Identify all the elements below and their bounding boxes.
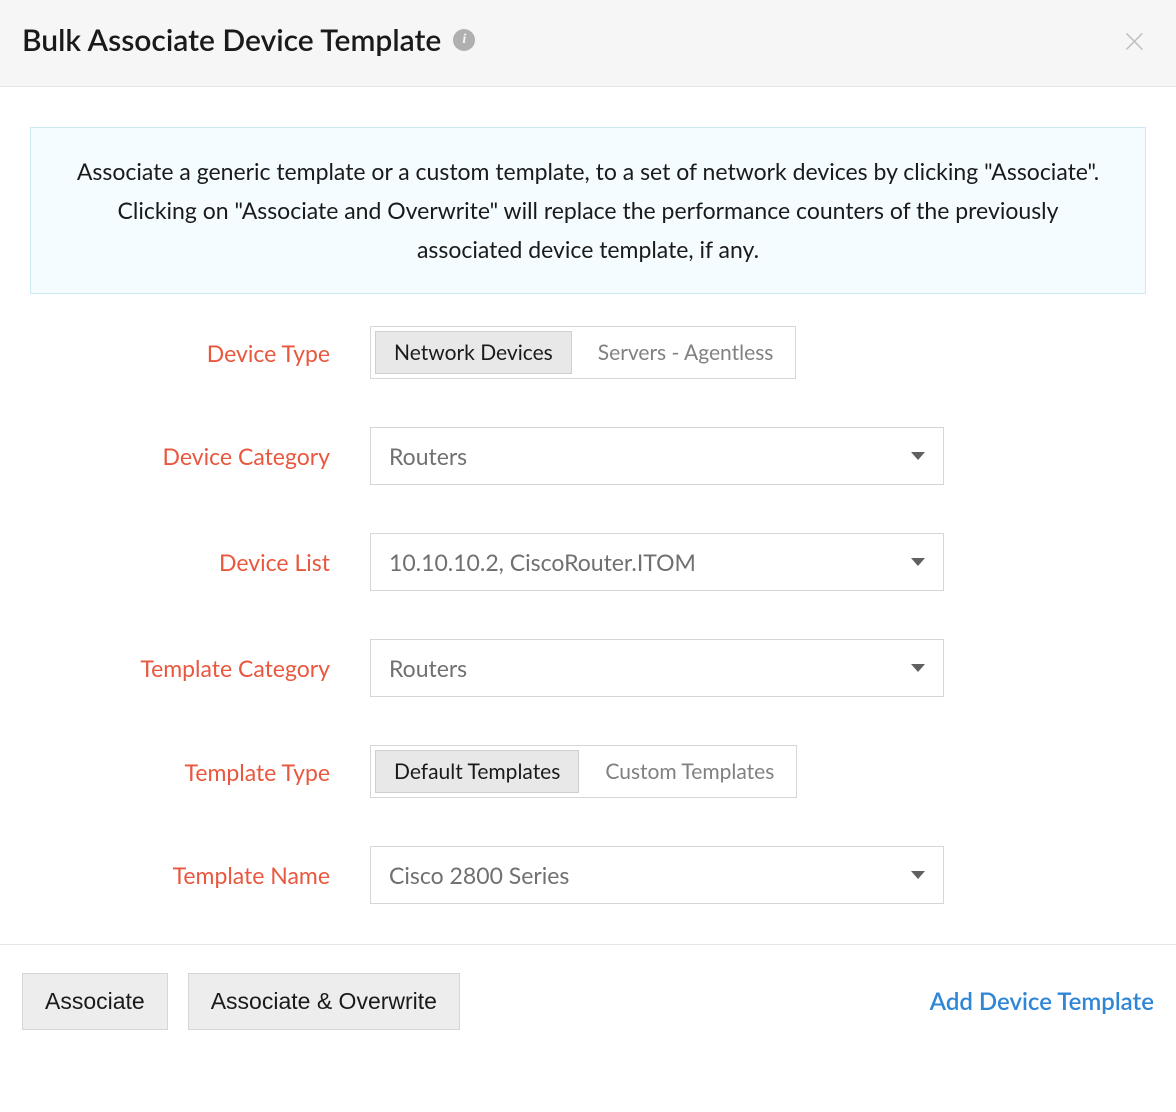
label-device-type: Device Type <box>30 339 370 367</box>
template-category-select[interactable]: Routers <box>370 639 944 697</box>
row-template-category: Template Category Routers <box>30 639 1146 697</box>
device-type-toggle-wrap: Network Devices Servers - Agentless <box>370 326 796 379</box>
label-device-category: Device Category <box>30 442 370 470</box>
template-category-value: Routers <box>389 654 467 682</box>
label-template-name: Template Name <box>30 861 370 889</box>
template-name-select[interactable]: Cisco 2800 Series <box>370 846 944 904</box>
row-template-name: Template Name Cisco 2800 Series <box>30 846 1146 904</box>
device-category-value: Routers <box>389 442 467 470</box>
label-template-category: Template Category <box>30 654 370 682</box>
associate-button[interactable]: Associate <box>22 973 168 1030</box>
modal-body: Associate a generic template or a custom… <box>0 87 1176 982</box>
template-type-toggle-wrap: Default Templates Custom Templates <box>370 745 797 798</box>
row-device-category: Device Category Routers <box>30 427 1146 485</box>
device-list-select[interactable]: 10.10.10.2, CiscoRouter.ITOM <box>370 533 944 591</box>
add-device-template-link[interactable]: Add Device Template <box>930 987 1154 1016</box>
modal-title: Bulk Associate Device Template <box>22 22 441 58</box>
info-icon[interactable]: i <box>453 29 475 51</box>
device-list-value: 10.10.10.2, CiscoRouter.ITOM <box>389 548 696 576</box>
label-device-list: Device List <box>30 548 370 576</box>
chevron-down-icon <box>911 664 925 672</box>
template-type-option-default[interactable]: Default Templates <box>375 750 579 793</box>
chevron-down-icon <box>911 871 925 879</box>
footer-buttons: Associate Associate & Overwrite <box>22 973 460 1030</box>
associate-overwrite-button[interactable]: Associate & Overwrite <box>188 973 460 1030</box>
chevron-down-icon <box>911 452 925 460</box>
info-banner: Associate a generic template or a custom… <box>30 127 1146 294</box>
row-device-list: Device List 10.10.10.2, CiscoRouter.ITOM <box>30 533 1146 591</box>
label-template-type: Template Type <box>30 758 370 786</box>
chevron-down-icon <box>911 558 925 566</box>
template-type-toggle: Default Templates Custom Templates <box>370 745 797 798</box>
modal-title-wrap: Bulk Associate Device Template i <box>22 22 475 58</box>
template-type-option-custom[interactable]: Custom Templates <box>583 747 796 796</box>
modal-footer: Associate Associate & Overwrite Add Devi… <box>0 944 1176 1058</box>
close-icon[interactable]: × <box>1115 20 1154 60</box>
row-template-type: Template Type Default Templates Custom T… <box>30 745 1146 798</box>
device-type-option-servers[interactable]: Servers - Agentless <box>576 328 796 377</box>
template-name-value: Cisco 2800 Series <box>389 861 569 889</box>
device-type-option-network[interactable]: Network Devices <box>375 331 572 374</box>
row-device-type: Device Type Network Devices Servers - Ag… <box>30 326 1146 379</box>
device-type-toggle: Network Devices Servers - Agentless <box>370 326 796 379</box>
device-category-select[interactable]: Routers <box>370 427 944 485</box>
modal-header: Bulk Associate Device Template i × <box>0 0 1176 87</box>
